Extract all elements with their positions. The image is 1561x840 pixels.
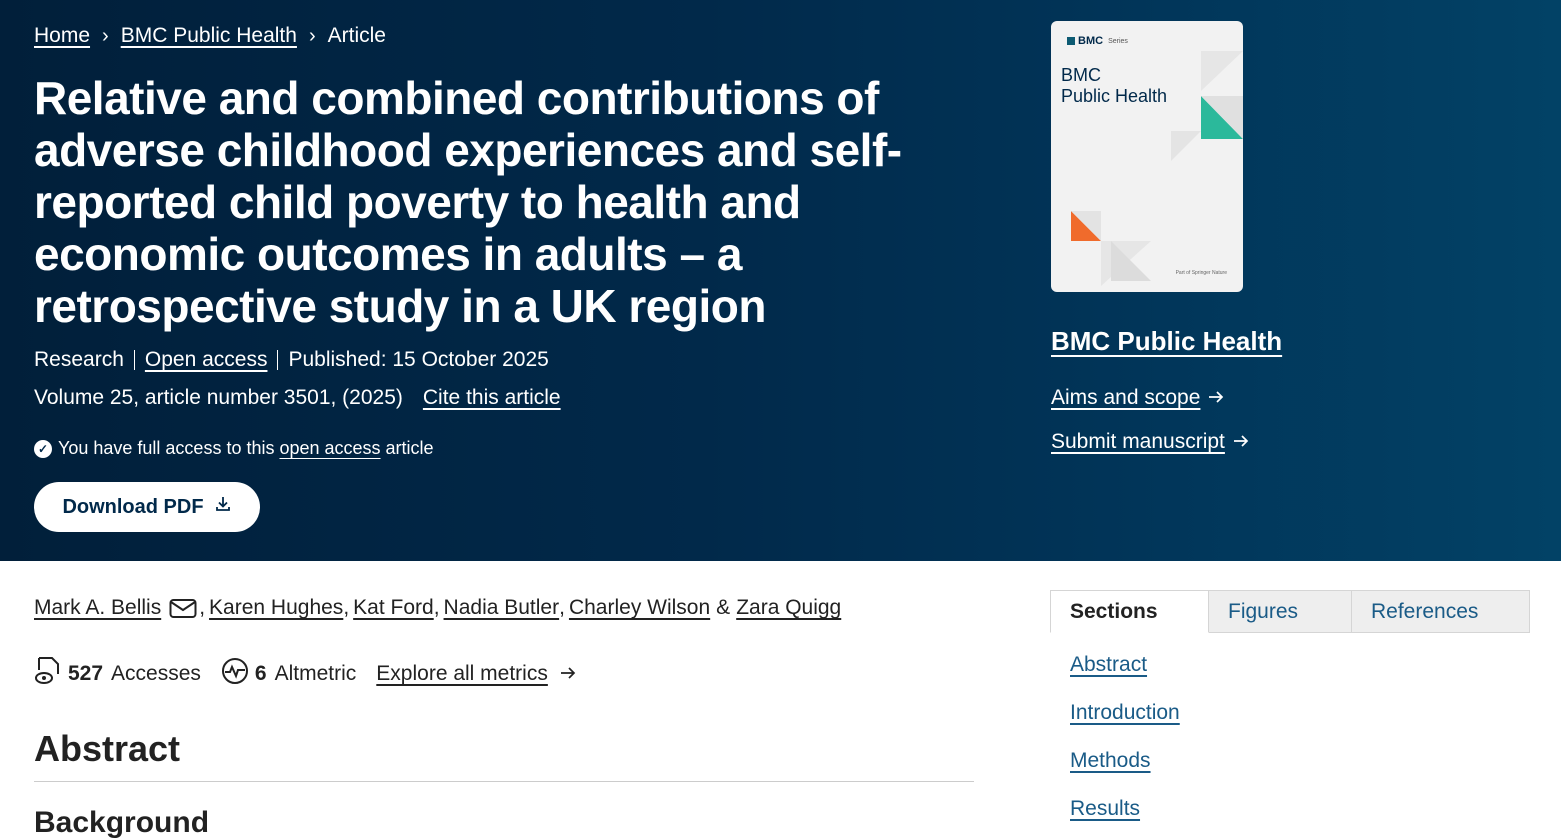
tab-sections[interactable]: Sections: [1050, 590, 1209, 633]
sidebar-tabs: Sections Figures References: [1050, 590, 1530, 633]
author-separator: ,: [433, 596, 440, 619]
altmetric-count: 6: [254, 662, 267, 685]
section-divider: [34, 781, 974, 782]
chevron-right-icon: ›: [308, 24, 316, 47]
author-link[interactable]: Charley Wilson: [569, 596, 710, 620]
section-link-introduction[interactable]: Introduction: [1070, 701, 1180, 725]
journal-title-link[interactable]: BMC Public Health: [1051, 326, 1282, 357]
article-meta: Research Open access Published: 15 Octob…: [34, 348, 549, 372]
background-heading: Background: [34, 806, 210, 839]
cover-series-name: BMC: [1078, 35, 1104, 47]
aims-and-scope-label: Aims and scope: [1051, 386, 1201, 409]
author-link[interactable]: Zara Quigg: [736, 596, 841, 620]
cover-title-line1: BMC: [1061, 65, 1101, 85]
access-note: ✓ You have full access to this open acce…: [34, 438, 434, 459]
arrow-right-icon: [560, 662, 576, 686]
journal-cover[interactable]: BMC Series BMC Public Health Part of Spr…: [1051, 21, 1243, 292]
download-pdf-label: Download PDF: [62, 495, 204, 518]
tab-references[interactable]: References: [1352, 590, 1530, 633]
accesses-label: Accesses: [111, 662, 201, 685]
accesses-icon: [34, 656, 62, 692]
author-separator: ,: [199, 596, 206, 619]
author-separator: ,: [343, 596, 350, 619]
author-ampersand: &: [716, 596, 731, 619]
altmetric-label: Altmetric: [274, 662, 357, 685]
submit-manuscript-link[interactable]: Submit manuscript: [1051, 430, 1249, 454]
explore-metrics-label: Explore all metrics: [376, 662, 548, 685]
cover-title-line2: Public Health: [1061, 86, 1168, 106]
check-circle-icon: ✓: [34, 439, 52, 458]
cover-series: BMC Series: [1067, 35, 1128, 47]
cover-title: BMC Public Health: [1061, 65, 1167, 107]
author-link[interactable]: Kat Ford: [353, 596, 434, 620]
arrow-right-icon: [1233, 430, 1249, 454]
author-link[interactable]: Karen Hughes: [209, 596, 343, 620]
altmetric-metric: 6 Altmetric: [221, 657, 356, 691]
section-link-abstract[interactable]: Abstract: [1070, 653, 1147, 677]
mail-icon[interactable]: [169, 597, 197, 619]
breadcrumb-current: Article: [327, 24, 386, 47]
access-note-prefix: You have full access to this: [58, 438, 275, 458]
article-header: Home › BMC Public Health › Article Relat…: [0, 0, 1561, 561]
abstract-heading: Abstract: [34, 728, 181, 769]
cover-art: [1071, 51, 1243, 286]
cite-article-link[interactable]: Cite this article: [423, 386, 561, 410]
section-link-results[interactable]: Results: [1070, 797, 1140, 821]
author-link[interactable]: Mark A. Bellis: [34, 596, 161, 620]
author-link[interactable]: Nadia Butler: [444, 596, 560, 620]
bmc-logo-icon: [1067, 37, 1075, 45]
download-icon: [214, 495, 232, 519]
divider: [277, 350, 279, 370]
chevron-right-icon: ›: [102, 24, 109, 47]
submit-manuscript-label: Submit manuscript: [1051, 430, 1225, 453]
citation-meta: Volume 25, article number 3501, (2025) C…: [34, 386, 561, 410]
cover-series-suffix: Series: [1108, 37, 1128, 45]
author-separator: ,: [559, 596, 565, 619]
open-access-inline-link[interactable]: open access: [279, 438, 380, 459]
article-type: Research: [34, 348, 124, 371]
breadcrumb: Home › BMC Public Health › Article: [34, 24, 386, 48]
download-pdf-button[interactable]: Download PDF: [34, 482, 260, 532]
breadcrumb-home[interactable]: Home: [34, 24, 90, 48]
arrow-right-icon: [1208, 386, 1224, 410]
divider: [133, 350, 135, 370]
accesses-metric: 527 Accesses: [34, 656, 201, 692]
article-metrics: 527 Accesses 6 Altmetric Explore all met…: [34, 656, 576, 692]
open-access-link[interactable]: Open access: [145, 348, 268, 372]
cover-footer: Part of Springer Nature: [1175, 270, 1227, 276]
breadcrumb-journal[interactable]: BMC Public Health: [121, 24, 297, 48]
author-list: Mark A. Bellis , Karen Hughes , Kat Ford…: [34, 596, 841, 620]
explore-metrics-link[interactable]: Explore all metrics: [376, 662, 576, 686]
volume-info: Volume 25, article number 3501, (2025): [34, 386, 403, 409]
access-note-suffix: article: [385, 438, 434, 458]
aims-and-scope-link[interactable]: Aims and scope: [1051, 386, 1224, 410]
tab-figures[interactable]: Figures: [1209, 590, 1352, 633]
section-link-methods[interactable]: Methods: [1070, 749, 1151, 773]
accesses-count: 527: [68, 662, 104, 685]
article-title: Relative and combined contributions of a…: [34, 72, 902, 332]
altmetric-icon: [221, 657, 249, 691]
published-date: Published: 15 October 2025: [288, 348, 549, 371]
